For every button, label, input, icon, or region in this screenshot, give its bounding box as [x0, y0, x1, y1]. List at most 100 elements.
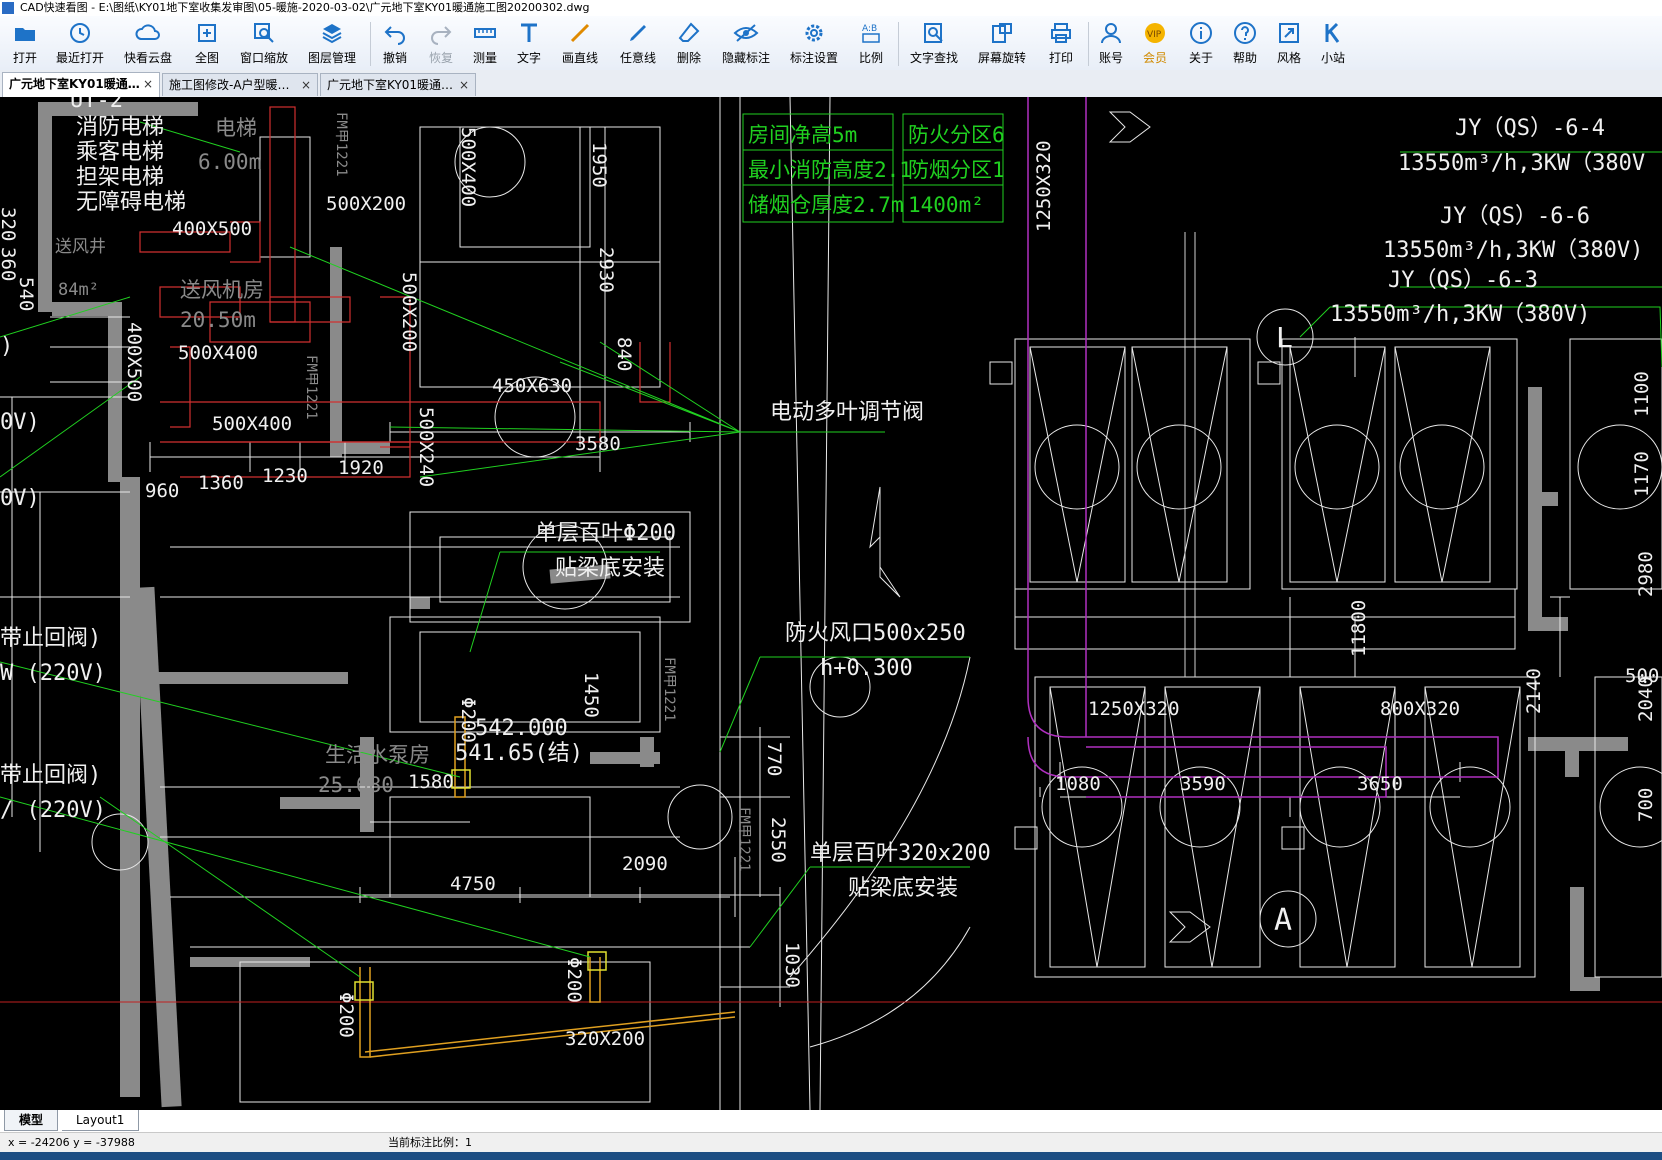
tab-model[interactable]: 模型	[4, 1110, 59, 1131]
dimension: 540	[15, 277, 37, 311]
duct-size: 500X200	[326, 193, 406, 215]
tab-document-1[interactable]: 广元地下室KY01暖通… ×	[2, 72, 160, 97]
equipment-label: JY（QS）-6-3	[1388, 268, 1538, 293]
vip-icon: VIP	[1145, 23, 1165, 43]
tab-label: 广元地下室KY01暖通…	[9, 77, 140, 91]
dimension: 3580	[575, 433, 621, 455]
cloud-button[interactable]: 快看云盘	[120, 18, 176, 68]
close-icon[interactable]: ×	[143, 73, 153, 95]
elevator-label: 乘客电梯	[76, 140, 164, 165]
hide-annotation-button[interactable]: 隐藏标注	[718, 18, 774, 68]
folder-icon	[15, 28, 35, 41]
pen-icon	[630, 25, 646, 41]
dimension: 2040	[1635, 676, 1657, 722]
left-label: 带止回阀)	[0, 626, 101, 651]
dimension: 1170	[1631, 451, 1653, 497]
duct-size: 450X630	[492, 375, 572, 397]
table-cell: 防火分区6	[908, 123, 1005, 147]
elevator-label: UT-2	[70, 97, 123, 113]
style-button[interactable]: 风格	[1272, 18, 1306, 68]
dimension: 2140	[1523, 668, 1545, 714]
recent-button[interactable]: 最近打开	[52, 18, 108, 68]
duct-size: Φ200	[335, 992, 357, 1038]
annotation-settings-button[interactable]: 标注设置	[786, 18, 842, 68]
dimension: 960	[145, 480, 179, 502]
cad-drawing[interactable]: 房间净高5m 最小消防高度2.1 储烟仓厚度2.7m 防火分区6 防烟分区1 1…	[0, 97, 1662, 1110]
eye-icon	[733, 24, 759, 42]
rotate-screen-button[interactable]: 屏幕旋转	[974, 18, 1030, 68]
elevation-label: 542.000	[475, 716, 568, 741]
fullview-button[interactable]: 全图	[190, 18, 224, 68]
tab-layout1[interactable]: Layout1	[62, 1110, 140, 1131]
status-bar: x = -24206 y = -37988 当前标注比例：1	[0, 1132, 1662, 1153]
toolbar-separator	[1088, 22, 1089, 66]
table-cell: 1400m²	[908, 193, 984, 217]
text-icon	[521, 23, 537, 42]
duct-size: Φ200	[563, 957, 585, 1003]
room-area: 84m²	[58, 280, 99, 300]
door-tag: FM甲1221	[661, 657, 677, 722]
freeline-button[interactable]: 任意线	[614, 18, 662, 68]
account-button[interactable]: 账号	[1094, 18, 1128, 68]
duct-size: 500X200	[398, 272, 420, 352]
open-button[interactable]: 打开	[8, 18, 42, 68]
dimension: 320	[0, 207, 19, 241]
measure-button[interactable]: 测量	[468, 18, 502, 68]
ruler-icon	[474, 28, 496, 38]
dimension: 1950	[588, 142, 610, 188]
clock-icon	[70, 23, 90, 43]
duct-size: 400X500	[172, 218, 252, 240]
louver-install-label: 贴梁底安装	[848, 876, 958, 901]
duct-size: 1250X320	[1088, 698, 1180, 720]
redo-button[interactable]: 恢复	[424, 18, 458, 68]
dimension: 2980	[1635, 551, 1657, 597]
duct-size: 500X240	[415, 407, 437, 487]
equipment-spec: 13550m³/h,3KW（380V	[1398, 151, 1645, 176]
dimension: 11800	[1348, 600, 1370, 657]
fire-damper-height: h+0.300	[820, 656, 913, 681]
tab-document-2[interactable]: 施工图修改-A户型暖… ×	[162, 73, 318, 96]
svg-text:VIP: VIP	[1147, 30, 1162, 40]
tab-document-3[interactable]: 广元地下室KY01暖通… ×	[320, 73, 476, 96]
door-tag: FM甲1221	[736, 807, 752, 872]
left-label: 0V)	[0, 486, 40, 511]
line-button[interactable]: 画直线	[556, 18, 604, 68]
rotate-icon	[992, 23, 1012, 43]
close-icon[interactable]: ×	[459, 74, 469, 96]
dimension: 1030	[781, 942, 803, 988]
style-icon	[1279, 23, 1299, 43]
room-name: 送风井	[55, 237, 106, 257]
dimension: 1360	[198, 472, 244, 494]
equipment-spec: 13550m³/h,3KW（380V)	[1383, 238, 1643, 263]
room-elevation: 20.50m	[180, 308, 256, 332]
table-cell: 储烟仓厚度2.7m	[748, 193, 904, 217]
window-zoom-button[interactable]: 窗口缩放	[236, 18, 292, 68]
text-button[interactable]: 文字	[512, 18, 546, 68]
erase-button[interactable]: 删除	[672, 18, 706, 68]
print-button[interactable]: 打印	[1044, 18, 1078, 68]
scale-button[interactable]: A:B 比例	[854, 18, 888, 68]
title-bar: CAD快速看图 - E:\图纸\KY01地下室收集发审图\05-暖施-2020-…	[0, 0, 1662, 16]
left-label: 0V)	[0, 410, 40, 435]
vip-button[interactable]: VIP 会员	[1138, 18, 1172, 68]
dimension: 3590	[1180, 773, 1226, 795]
dimension: 3650	[1357, 773, 1403, 795]
text-search-button[interactable]: 文字查找	[906, 18, 962, 68]
duct-size: 500X400	[212, 413, 292, 435]
duct-size: 500X400	[457, 127, 479, 207]
site-button[interactable]: 小站	[1316, 18, 1350, 68]
cloud-icon	[135, 24, 160, 40]
duct-size: 800X320	[1380, 698, 1460, 720]
drawing-canvas[interactable]: 房间净高5m 最小消防高度2.1 储烟仓厚度2.7m 防火分区6 防烟分区1 1…	[0, 97, 1662, 1110]
close-icon[interactable]: ×	[301, 74, 311, 96]
layers-button[interactable]: 图层管理	[304, 18, 360, 68]
equipment-spec: 13550m³/h,3KW（380V)	[1330, 302, 1590, 327]
duct-size: 500X400	[178, 342, 258, 364]
elevator-label: 无障碍电梯	[76, 190, 186, 215]
undo-button[interactable]: 撤销	[378, 18, 412, 68]
dimension: 840	[613, 337, 635, 371]
duct-size: 320X200	[565, 1028, 645, 1050]
dimension: 2090	[622, 853, 668, 875]
help-button[interactable]: 帮助	[1228, 18, 1262, 68]
about-button[interactable]: 关于	[1184, 18, 1218, 68]
